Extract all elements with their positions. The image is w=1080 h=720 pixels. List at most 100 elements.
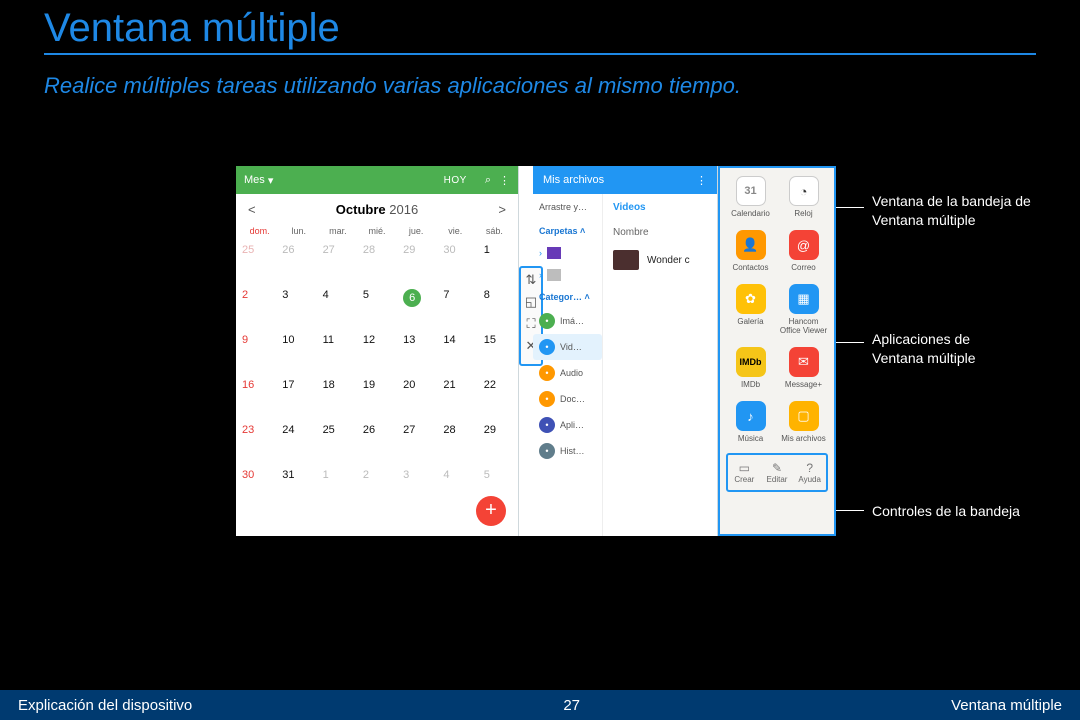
tray-control[interactable]: ▭Crear <box>728 461 761 484</box>
category-item[interactable]: •Imá… <box>533 308 602 334</box>
callout-tray: Ventana de la bandeja de Ventana múltipl… <box>872 192 1072 230</box>
myfiles-categories-header[interactable]: Categor… <box>539 292 582 302</box>
calendar-pane: Mes ▾ HOY ⌕ ⋮ < Octubre 2016 > dom.lun.m… <box>236 166 519 536</box>
calendar-view-label[interactable]: Mes <box>244 174 265 186</box>
tray-app[interactable]: ✉ Message+ <box>779 347 828 389</box>
more-icon[interactable]: ⋮ <box>696 174 707 187</box>
category-item[interactable]: •Hist… <box>533 438 602 464</box>
tray-control-label: Editar <box>761 475 794 484</box>
calendar-cell[interactable]: 30 <box>236 465 276 510</box>
tray-app[interactable]: 👤Contactos <box>726 230 775 272</box>
calendar-cell[interactable]: 22 <box>478 375 518 420</box>
calendar-cell[interactable]: 4 <box>317 285 357 330</box>
calendar-cell[interactable]: 27 <box>397 420 437 465</box>
callout-line <box>836 342 864 343</box>
calendar-cell[interactable]: 14 <box>437 330 477 375</box>
category-label: Audio <box>560 368 583 378</box>
calendar-cell[interactable]: 10 <box>276 330 316 375</box>
calendar-cell[interactable]: 6 <box>397 285 437 330</box>
tray-app[interactable]: IMDbIMDb <box>726 347 775 389</box>
calendar-cell[interactable]: 15 <box>478 330 518 375</box>
calendar-cell[interactable]: 11 <box>317 330 357 375</box>
calendar-cell[interactable]: 12 <box>357 330 397 375</box>
calendar-cell[interactable]: 23 <box>236 420 276 465</box>
tray-app[interactable]: ◔Reloj <box>779 176 828 218</box>
add-event-button[interactable]: + <box>476 496 506 526</box>
tray-control-icon: ▭ <box>728 461 761 475</box>
calendar-cell[interactable]: 31 <box>276 465 316 510</box>
category-item[interactable]: •Apli… <box>533 412 602 438</box>
tray-app[interactable]: ♪Música <box>726 401 775 443</box>
calendar-cell[interactable]: 2 <box>357 465 397 510</box>
calendar-cell[interactable]: 4 <box>437 465 477 510</box>
calendar-cell[interactable]: 9 <box>236 330 276 375</box>
tray-app[interactable]: 31Calendario <box>726 176 775 218</box>
folder-item[interactable]: › <box>533 242 602 264</box>
calendar-cell[interactable]: 3 <box>397 465 437 510</box>
calendar-cell[interactable]: 5 <box>357 285 397 330</box>
tray-app[interactable]: @Correo <box>779 230 828 272</box>
calendar-cell[interactable]: 18 <box>317 375 357 420</box>
prev-month-icon[interactable]: < <box>248 202 256 217</box>
app-label: Galería <box>726 317 775 326</box>
calendar-cell[interactable]: 20 <box>397 375 437 420</box>
calendar-cell[interactable]: 7 <box>437 285 477 330</box>
more-icon[interactable]: ⋮ <box>499 174 510 187</box>
file-item[interactable]: Wonder c <box>603 244 717 276</box>
calendar-cell[interactable]: 30 <box>437 240 477 285</box>
footer-right[interactable]: Ventana múltiple <box>951 697 1062 714</box>
dow-label: lun. <box>279 226 318 236</box>
folder-item[interactable]: › <box>533 264 602 286</box>
tray-app[interactable]: ▦Hancom Office Viewer <box>779 284 828 335</box>
chevron-down-icon: ▾ <box>265 174 274 187</box>
calendar-cell[interactable]: 25 <box>236 240 276 285</box>
category-item[interactable]: •Audio <box>533 360 602 386</box>
calendar-cell[interactable]: 1 <box>317 465 357 510</box>
calendar-cell[interactable]: 26 <box>276 240 316 285</box>
app-label: Message+ <box>779 380 828 389</box>
calendar-cell[interactable]: 13 <box>397 330 437 375</box>
category-icon: • <box>539 417 555 433</box>
page-footer: Explicación del dispositivo 27 Ventana m… <box>0 690 1080 720</box>
calendar-cell[interactable]: 28 <box>437 420 477 465</box>
tray-control-icon: ? <box>793 461 826 475</box>
search-icon[interactable]: ⌕ <box>485 174 491 187</box>
calendar-month-header: < Octubre 2016 > <box>236 194 518 224</box>
calendar-cell[interactable]: 19 <box>357 375 397 420</box>
today-link[interactable]: HOY <box>444 175 467 186</box>
calendar-cell[interactable]: 25 <box>317 420 357 465</box>
tray-app[interactable]: ▢Mis archivos <box>779 401 828 443</box>
app-icon: ✉ <box>789 347 819 377</box>
column-header-name: Nombre <box>603 221 717 244</box>
next-month-icon[interactable]: > <box>498 202 506 217</box>
calendar-cell[interactable]: 17 <box>276 375 316 420</box>
myfiles-content: Videos Nombre Wonder c <box>603 194 717 536</box>
calendar-toolbar: Mes ▾ HOY ⌕ ⋮ <box>236 166 518 194</box>
tray-control[interactable]: ✎Editar <box>761 461 794 484</box>
tray-app[interactable]: ✿Galería <box>726 284 775 335</box>
myfiles-tab-videos[interactable]: Videos <box>603 194 717 221</box>
calendar-cell[interactable]: 3 <box>276 285 316 330</box>
calendar-cell[interactable]: 29 <box>397 240 437 285</box>
footer-left[interactable]: Explicación del dispositivo <box>18 697 192 714</box>
calendar-cell[interactable]: 26 <box>357 420 397 465</box>
calendar-cell[interactable]: 24 <box>276 420 316 465</box>
myfiles-title: Mis archivos <box>543 174 604 186</box>
calendar-cell[interactable]: 8 <box>478 285 518 330</box>
tray-apps: 31Calendario◔Reloj👤Contactos@Correo✿Gale… <box>726 176 828 443</box>
category-item[interactable]: •Vid… <box>533 334 602 360</box>
chevron-up-icon: ˄ <box>585 292 590 302</box>
calendar-cell[interactable]: 28 <box>357 240 397 285</box>
calendar-cell[interactable]: 29 <box>478 420 518 465</box>
calendar-month: Octubre <box>336 202 386 217</box>
myfiles-folders-header[interactable]: Carpetas <box>539 226 578 236</box>
calendar-cell[interactable]: 1 <box>478 240 518 285</box>
category-item[interactable]: •Doc… <box>533 386 602 412</box>
callout-line <box>836 207 864 208</box>
calendar-cell[interactable]: 2 <box>236 285 276 330</box>
tray-control[interactable]: ?Ayuda <box>793 461 826 484</box>
myfiles-drag-hint: Arrastre y… <box>533 194 602 220</box>
calendar-cell[interactable]: 21 <box>437 375 477 420</box>
calendar-cell[interactable]: 16 <box>236 375 276 420</box>
calendar-cell[interactable]: 27 <box>317 240 357 285</box>
